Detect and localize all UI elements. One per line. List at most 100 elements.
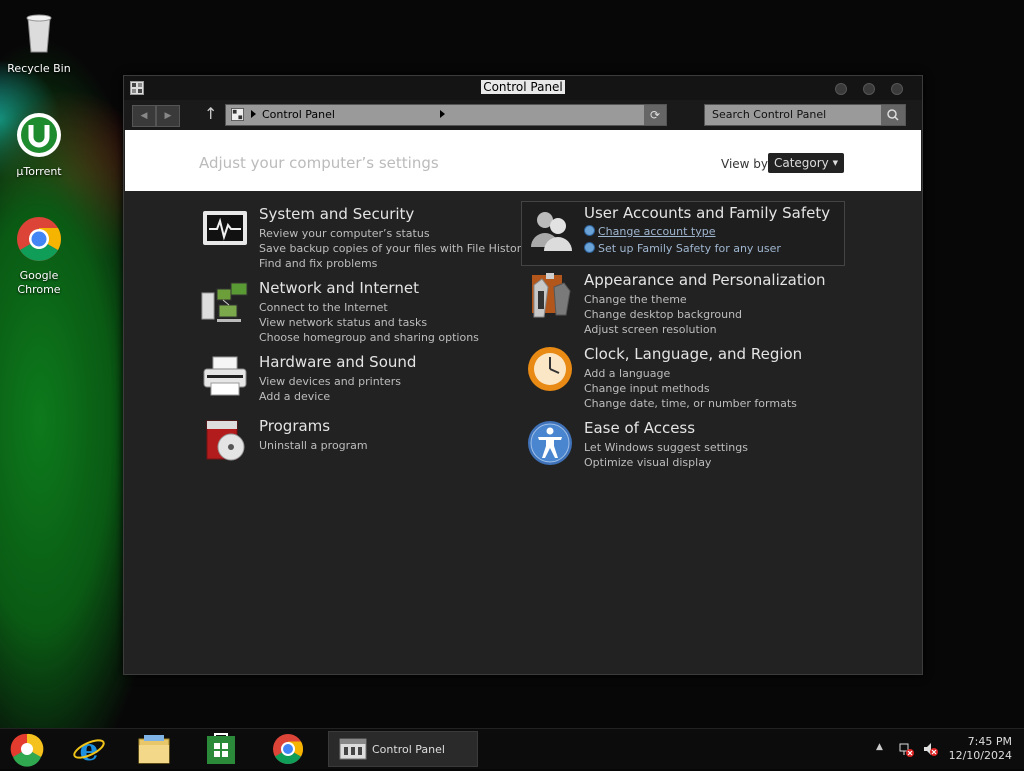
category-title[interactable]: User Accounts and Family Safety xyxy=(584,204,830,222)
utorrent-icon xyxy=(17,113,61,157)
svg-text:e: e xyxy=(79,733,98,767)
category-link[interactable]: View network status and tasks xyxy=(259,315,479,330)
page-title: Adjust your computer’s settings xyxy=(199,154,439,172)
desktop-icon-utorrent[interactable]: µTorrent xyxy=(1,111,77,179)
taskbar-chrome[interactable] xyxy=(266,731,310,767)
window-title: Control Panel xyxy=(124,80,922,94)
volume-muted-icon[interactable] xyxy=(922,741,938,757)
category-links: Connect to the Internet View network sta… xyxy=(259,300,479,345)
category-links: Add a language Change input methods Chan… xyxy=(584,366,797,411)
desktop-icon-label: Recycle Bin xyxy=(7,62,71,75)
printer-icon[interactable] xyxy=(201,353,249,401)
store-icon xyxy=(207,733,235,764)
accessibility-icon[interactable] xyxy=(526,419,574,467)
category-title[interactable]: Programs xyxy=(259,417,330,435)
view-by-label: View by: xyxy=(721,157,772,171)
taskbar-start-button[interactable] xyxy=(5,731,49,767)
search-icon xyxy=(887,109,899,121)
category-link[interactable]: Choose homegroup and sharing options xyxy=(259,330,479,345)
category-link[interactable]: Change date, time, or number formats xyxy=(584,396,797,411)
users-icon[interactable] xyxy=(527,207,575,255)
category-title[interactable]: Ease of Access xyxy=(584,419,695,437)
navigation-bar: ◀ ▶ ↑ Control Panel ⟳ Search Control Pan… xyxy=(124,100,922,130)
clock[interactable]: 7:45 PM 12/10/2024 xyxy=(949,735,1012,763)
programs-disc-icon[interactable] xyxy=(201,417,249,465)
categories-panel: System and Security Review your computer… xyxy=(124,191,922,674)
search-placeholder: Search Control Panel xyxy=(712,108,827,121)
category-link[interactable]: Add a language xyxy=(584,366,797,381)
forward-button[interactable]: ▶ xyxy=(156,105,180,127)
category-links: Review your computer’s status Save backu… xyxy=(259,226,528,271)
minimize-button[interactable] xyxy=(835,83,847,95)
title-bar[interactable]: Control Panel xyxy=(124,76,922,100)
category-link[interactable]: Review your computer’s status xyxy=(259,226,528,241)
search-input[interactable]: Search Control Panel xyxy=(704,104,906,126)
taskbar-store[interactable] xyxy=(199,731,243,767)
category-title[interactable]: Hardware and Sound xyxy=(259,353,416,371)
category-link[interactable]: Optimize visual display xyxy=(584,455,748,470)
category-title[interactable]: Network and Internet xyxy=(259,279,419,297)
category-link[interactable]: Change account type xyxy=(584,223,781,240)
file-explorer-icon xyxy=(138,735,170,764)
desktop-icon-label-line2: Chrome xyxy=(17,283,61,296)
control-panel-window: Control Panel ◀ ▶ ↑ Control Panel ⟳ Sear… xyxy=(123,75,923,675)
refresh-button[interactable]: ⟳ xyxy=(644,105,666,125)
back-button[interactable]: ◀ xyxy=(132,105,156,127)
show-hidden-icons-button[interactable]: ▲ xyxy=(876,742,883,752)
close-button[interactable] xyxy=(891,83,903,95)
category-title[interactable]: Clock, Language, and Region xyxy=(584,345,802,363)
category-title[interactable]: Appearance and Personalization xyxy=(584,271,826,289)
category-links: Change the theme Change desktop backgrou… xyxy=(584,292,742,337)
network-computers-icon[interactable] xyxy=(201,279,249,327)
taskbar: e Control Panel ▲ 7:45 PM 12/10/2024 xyxy=(0,728,1024,769)
chrome-icon xyxy=(17,217,61,261)
link-text: Set up Family Safety for any user xyxy=(598,242,781,255)
clock-icon[interactable] xyxy=(526,345,574,393)
category-link[interactable]: Add a device xyxy=(259,389,401,404)
taskbar-item-label: Control Panel xyxy=(372,743,445,756)
category-link[interactable]: Change desktop background xyxy=(584,307,742,322)
monitor-pulse-icon[interactable] xyxy=(201,205,249,253)
taskbar-control-panel[interactable]: Control Panel xyxy=(328,731,478,767)
view-by-value: Category xyxy=(773,156,829,170)
clock-time: 7:45 PM xyxy=(967,735,1012,748)
shield-icon xyxy=(584,242,595,253)
chevron-down-icon: ▼ xyxy=(832,159,839,167)
category-link[interactable]: Find and fix problems xyxy=(259,256,528,271)
link-text: Change account type xyxy=(598,225,716,238)
category-link[interactable]: Uninstall a program xyxy=(259,438,368,453)
desktop-icon-recycle-bin[interactable]: Recycle Bin xyxy=(1,8,77,76)
maximize-button[interactable] xyxy=(863,83,875,95)
category-link[interactable]: Save backup copies of your files with Fi… xyxy=(259,241,528,256)
address-bar[interactable]: Control Panel ⟳ xyxy=(225,104,667,126)
category-link[interactable]: Connect to the Internet xyxy=(259,300,479,315)
category-link[interactable]: View devices and printers xyxy=(259,374,401,389)
chrome-icon xyxy=(273,734,304,765)
taskbar-file-explorer[interactable] xyxy=(132,731,176,767)
category-links: Uninstall a program xyxy=(259,438,368,453)
category-link[interactable]: Change input methods xyxy=(584,381,797,396)
category-links: Let Windows suggest settings Optimize vi… xyxy=(584,440,748,470)
breadcrumb-chevron-icon[interactable] xyxy=(251,110,256,118)
category-title[interactable]: System and Security xyxy=(259,205,414,223)
recycle-bin-icon xyxy=(26,14,52,53)
breadcrumb-chevron-icon[interactable] xyxy=(440,110,445,118)
category-link[interactable]: Set up Family Safety for any user xyxy=(584,240,781,257)
category-link[interactable]: Let Windows suggest settings xyxy=(584,440,748,455)
search-button[interactable] xyxy=(881,105,905,125)
view-by-dropdown[interactable]: Category ▼ xyxy=(768,153,844,173)
desktop-icon-chrome[interactable]: Google Chrome xyxy=(1,215,77,297)
breadcrumb-control-panel[interactable]: Control Panel xyxy=(262,108,335,121)
category-links: Change account type Set up Family Safety… xyxy=(584,223,781,257)
control-panel-icon xyxy=(231,108,244,121)
category-link[interactable]: Adjust screen resolution xyxy=(584,322,742,337)
desktop-icon-label: µTorrent xyxy=(16,165,62,178)
up-button[interactable]: ↑ xyxy=(204,104,217,124)
desktop-icon-label-line1: Google xyxy=(19,269,59,282)
taskbar-internet-explorer[interactable]: e xyxy=(67,731,111,768)
network-status-icon[interactable] xyxy=(898,741,914,757)
category-user-accounts: User Accounts and Family Safety Change a… xyxy=(521,201,845,266)
page-header: Adjust your computer’s settings View by:… xyxy=(125,130,921,191)
category-link[interactable]: Change the theme xyxy=(584,292,742,307)
appearance-icon[interactable] xyxy=(526,271,574,319)
